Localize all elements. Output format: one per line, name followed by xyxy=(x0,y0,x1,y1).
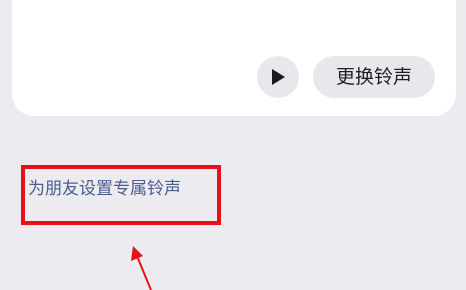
change-ringtone-button[interactable]: 更换铃声 xyxy=(313,56,435,98)
annotation-arrow-head xyxy=(131,246,143,261)
play-button[interactable] xyxy=(257,56,299,98)
annotation-highlight-box xyxy=(21,165,221,225)
annotation-arrow-shaft xyxy=(136,255,152,290)
play-icon xyxy=(272,69,285,85)
ringtone-card: 更换铃声 xyxy=(12,0,456,116)
